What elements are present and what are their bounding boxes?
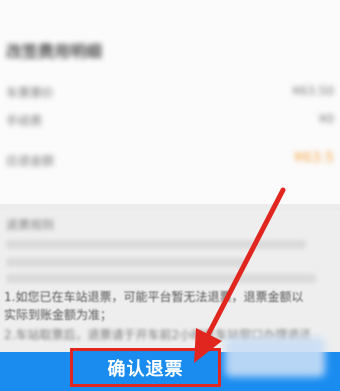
ticket-price-value: ¥63.50	[292, 84, 334, 98]
fee-value: ¥0	[318, 112, 334, 126]
notice-blurred-line	[6, 258, 246, 267]
card-title: 改签费用明细	[6, 42, 103, 61]
refund-amount-value: ¥63.5	[293, 150, 334, 166]
refund-detail-card: 改签费用明细 车票票价 ¥63.50 手续费 ¥0 应退金额 ¥63.5	[0, 0, 340, 204]
ticket-price-label: 车票票价	[6, 86, 55, 100]
notice-line: 实际到账金额为准；	[4, 308, 113, 322]
notice-blurred-line	[6, 240, 306, 249]
notice-title: 退票规则	[6, 218, 55, 232]
notice-line: 1.如您已在车站退票，可能平台暂无法退票，退票金额以	[4, 290, 304, 304]
refund-notice: 退票规则 1.如您已在车站退票，可能平台暂无法退票，退票金额以 实际到账金额为准…	[0, 210, 340, 355]
confirm-refund-label: 确认退票	[107, 358, 184, 380]
confirm-refund-button[interactable]: 确认退票	[70, 348, 221, 387]
refund-amount-label: 应退金额	[6, 154, 55, 168]
fee-label: 手续费	[6, 114, 43, 128]
blurred-region	[225, 337, 325, 377]
notice-blurred-line	[6, 274, 316, 283]
